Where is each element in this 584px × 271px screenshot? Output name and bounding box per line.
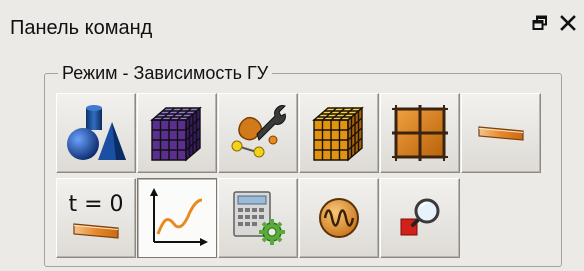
mesh-button[interactable] <box>137 93 217 173</box>
inspect-button[interactable] <box>380 178 460 258</box>
tools-button[interactable] <box>218 93 298 173</box>
float-window-icon[interactable] <box>530 12 550 34</box>
orange-mesh-cube-icon <box>308 102 370 164</box>
solid-mesh-button[interactable] <box>299 93 379 173</box>
grid-panel-icon <box>390 103 450 163</box>
command-button-grid: t = 0 <box>56 93 541 259</box>
panel-titlebar: Панель команд <box>0 0 584 50</box>
geometry-primitives-icon <box>64 102 128 164</box>
initial-condition-button[interactable]: t = 0 <box>56 178 136 258</box>
boundary-button[interactable] <box>461 93 541 173</box>
initial-condition-label: t = 0 <box>68 192 124 217</box>
oscillation-button[interactable] <box>299 178 379 258</box>
calculator-button[interactable] <box>218 178 298 258</box>
grid-2d-button[interactable] <box>380 93 460 173</box>
geometry-button[interactable] <box>56 93 136 173</box>
boundary-layer-icon <box>476 118 526 148</box>
window-controls <box>530 12 578 34</box>
purple-mesh-cube-icon <box>146 102 208 164</box>
wrench-settings-icon <box>227 102 289 164</box>
magnifier-inspect-icon <box>395 193 445 243</box>
close-icon[interactable] <box>558 12 578 34</box>
calculator-gear-icon <box>228 188 288 248</box>
dependency-curve-icon <box>146 188 208 248</box>
panel-title: Панель команд <box>10 17 153 39</box>
mode-group-label: Режим - Зависимость ГУ <box>58 63 273 84</box>
oscillation-icon <box>317 196 361 240</box>
initial-condition-icon <box>71 221 121 243</box>
dependency-button[interactable] <box>137 178 217 258</box>
